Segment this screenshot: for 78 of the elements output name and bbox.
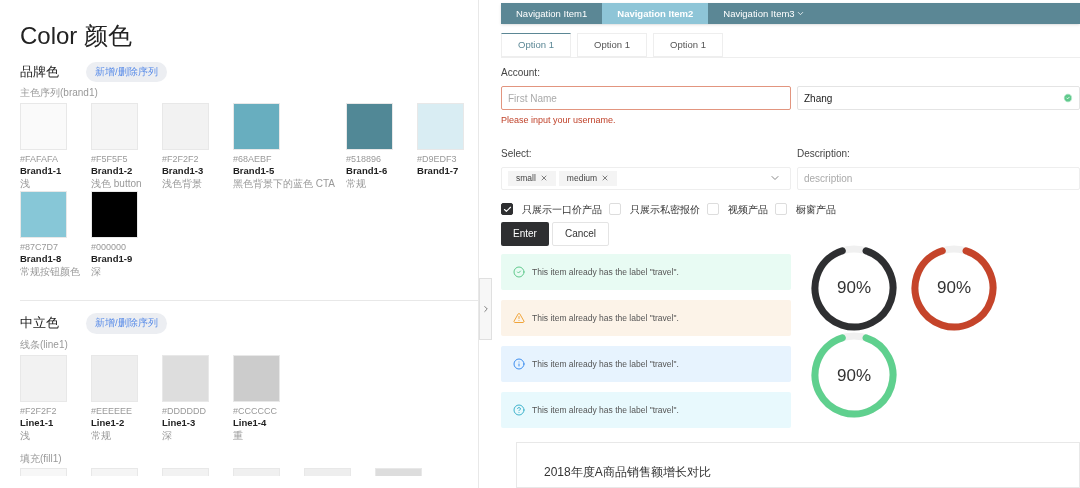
swatch-note: 深 xyxy=(91,265,102,279)
swatch-name: Brand1-3 xyxy=(162,165,205,178)
progress-reading: 90% xyxy=(837,277,871,300)
cancel-button[interactable]: Cancel xyxy=(551,221,610,246)
alert-text: This item already has the label "travel". xyxy=(532,311,679,325)
hex-code: #F2F2F2 xyxy=(20,405,58,417)
chart-title: 2018年度A商品销售额增长对比 xyxy=(544,464,711,479)
help-icon xyxy=(513,403,525,416)
swatch-note: 常规 xyxy=(91,428,112,442)
description-field[interactable]: description xyxy=(797,166,1080,190)
hex-code: #87C7D7 xyxy=(20,242,60,254)
swatch-note: 常规按钮颜色 xyxy=(20,265,80,279)
hex-code: #F5F5F5 xyxy=(91,154,129,166)
progress-reading: 90% xyxy=(837,364,871,387)
checkbox-label: 只展示私密报价 xyxy=(630,202,700,217)
hex-code: #D9EDF3 xyxy=(417,154,458,166)
alert-text: This item already has the label "travel". xyxy=(532,403,679,417)
error-message: Please input your username. xyxy=(501,114,617,128)
alert-text: This item already has the label "travel". xyxy=(532,357,679,371)
swatch-note: 常规 xyxy=(346,177,368,191)
swatch-name: Line1-2 xyxy=(91,416,126,429)
tab[interactable]: Option 1 xyxy=(577,33,647,58)
swatch-name: Brand1-1 xyxy=(20,165,63,178)
enter-button[interactable]: Enter xyxy=(501,221,549,246)
hex-code: #DDDDDD xyxy=(162,405,207,417)
collapse-handle[interactable] xyxy=(479,278,492,340)
checkbox-label: 橱窗产品 xyxy=(796,202,836,217)
swatch-name: Line1-1 xyxy=(20,416,55,429)
swatch-note: 黑色背景下的蓝色 CTA xyxy=(233,177,336,191)
close-icon[interactable] xyxy=(539,174,548,183)
first-name-field[interactable]: First Name xyxy=(501,86,791,111)
select-tag: medium xyxy=(558,170,618,186)
check-circle-icon xyxy=(513,265,525,278)
swatch-name: Brand1-9 xyxy=(91,253,134,266)
hex-code: #FAFAFA xyxy=(20,154,60,166)
hex-code: #CCCCCC xyxy=(233,405,278,417)
hex-code: #EEEEEE xyxy=(91,405,134,417)
select-tag: small xyxy=(508,170,556,186)
alert-text: This item already has the label "travel". xyxy=(532,265,679,279)
swatch-name: Brand1-7 xyxy=(417,165,460,178)
swatch-note: 浅色 button xyxy=(91,177,143,191)
tab[interactable]: Option 1 xyxy=(653,33,723,58)
hex-code: #518896 xyxy=(346,154,383,166)
field-label: Account: xyxy=(501,66,541,81)
field-label: Description: xyxy=(797,146,851,161)
swatch-name: Brand1-8 xyxy=(20,253,63,266)
nav-item[interactable]: Navigation Item3 xyxy=(708,3,820,25)
info-icon xyxy=(513,357,525,370)
series-label: 线条(line1) xyxy=(20,337,69,351)
swatch-name: Line1-4 xyxy=(233,416,268,429)
checkbox-label: 只展示一口价产品 xyxy=(522,202,602,217)
checkbox[interactable] xyxy=(501,203,513,216)
swatch-name: Brand1-6 xyxy=(346,165,389,178)
swatch-name: Line1-3 xyxy=(162,416,197,429)
series-label: 主色序列(brand1) xyxy=(20,86,99,100)
last-name-field[interactable]: Zhang xyxy=(797,86,1080,111)
series-label: 填充(fill1) xyxy=(20,451,63,465)
hex-code: #68AEBF xyxy=(233,154,273,166)
section-heading: 品牌色 xyxy=(20,63,59,81)
multi-select[interactable]: small medium xyxy=(501,166,791,190)
close-icon[interactable] xyxy=(601,174,610,183)
checkbox-label: 视频产品 xyxy=(728,202,768,217)
swatch-note: 重 xyxy=(233,428,244,442)
page-title: Color 颜色 xyxy=(20,21,134,51)
section-heading: 中立色 xyxy=(20,315,59,332)
swatch-name: Brand1-5 xyxy=(233,165,276,178)
swatch-note: 浅 xyxy=(20,428,31,442)
progress-reading: 90% xyxy=(937,277,971,300)
swatch-note: 浅 xyxy=(20,177,31,191)
hex-code: #F2F2F2 xyxy=(162,154,200,166)
nav-item[interactable]: Navigation Item1 xyxy=(501,3,603,25)
tab[interactable]: Option 1 xyxy=(501,33,571,58)
hex-code: #000000 xyxy=(91,242,128,254)
field-label: Select: xyxy=(501,146,533,161)
warning-icon xyxy=(513,311,525,324)
swatch-note: 浅色背景 xyxy=(162,177,203,191)
swatch-name: Brand1-2 xyxy=(91,165,134,178)
swatch-note: 深 xyxy=(162,428,173,442)
